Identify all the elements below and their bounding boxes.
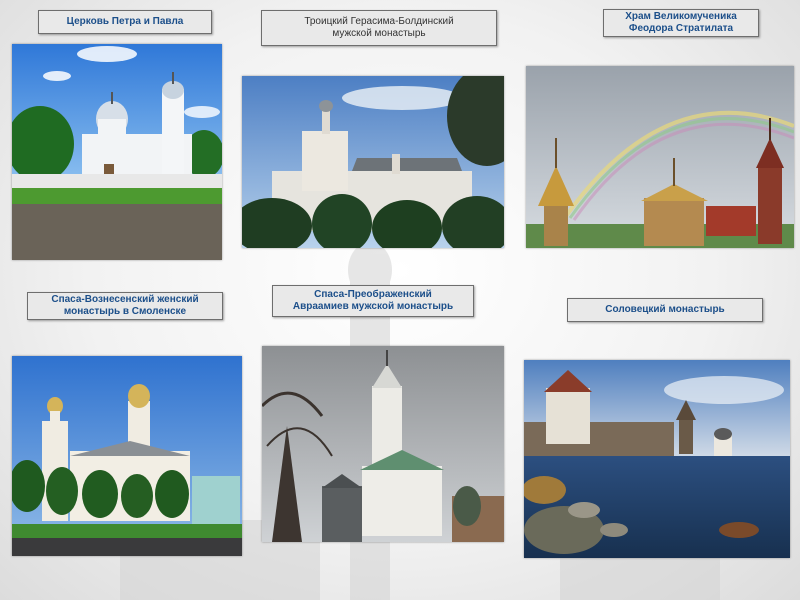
troitsky-monastery-photo bbox=[242, 76, 504, 248]
label-avraamiev-line1: Спаса-Преображенский bbox=[314, 289, 432, 300]
label-church-peter-paul-text: Церковь Петра и Павла bbox=[66, 16, 184, 27]
label-church-peter-paul: Церковь Петра и Павла bbox=[38, 10, 212, 34]
label-solovetsky-monastery: Соловецкий монастырь bbox=[567, 298, 763, 322]
label-troitsky-line1: Троицкий Герасима-Болдинский bbox=[304, 16, 454, 27]
label-solovetsky-text: Соловецкий монастырь bbox=[605, 304, 725, 315]
label-fyodor-line2: Феодора Стратилата bbox=[628, 23, 734, 34]
solovetsky-monastery-photo bbox=[524, 360, 790, 558]
label-spaso-line2: монастырь в Смоленске bbox=[63, 306, 187, 317]
avraamiev-monastery-photo bbox=[262, 346, 504, 542]
label-fyodor-stratilat: Храм Великомученика Феодора Стратилата bbox=[603, 9, 759, 37]
label-avraamiev-line2: Авраамиев мужской монастырь bbox=[292, 301, 454, 312]
label-avraamiev-monastery: Спаса-Преображенский Авраамиев мужской м… bbox=[272, 285, 474, 317]
label-fyodor-line1: Храм Великомученика bbox=[625, 11, 737, 22]
church-peter-paul-photo bbox=[12, 44, 222, 260]
fyodor-stratilat-temple-photo bbox=[526, 66, 794, 248]
spaso-voznesensky-convent-photo bbox=[12, 356, 242, 556]
label-spaso-voznesensky: Спаса-Вознесенский женский монастырь в С… bbox=[27, 292, 223, 320]
label-spaso-line1: Спаса-Вознесенский женский bbox=[51, 294, 199, 305]
label-troitsky-line2: мужской монастырь bbox=[332, 28, 426, 39]
label-troitsky-monastery: Троицкий Герасима-Болдинский мужской мон… bbox=[261, 10, 497, 46]
